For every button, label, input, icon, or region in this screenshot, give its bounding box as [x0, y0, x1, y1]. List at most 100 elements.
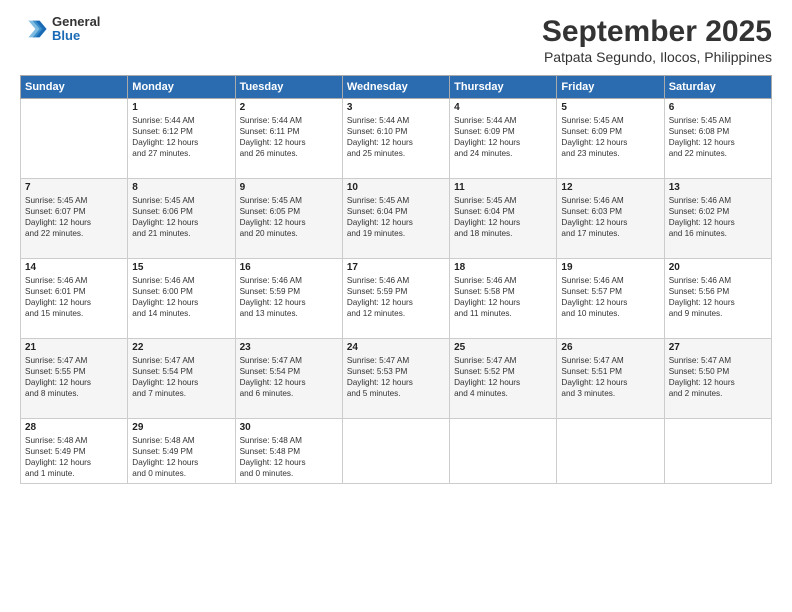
day-number: 7 — [25, 182, 123, 193]
day-info: Sunrise: 5:47 AMSunset: 5:54 PMDaylight:… — [132, 355, 230, 399]
day-number: 4 — [454, 102, 552, 113]
day-number: 30 — [240, 422, 338, 433]
day-info: Sunrise: 5:45 AMSunset: 6:05 PMDaylight:… — [240, 195, 338, 239]
day-number: 29 — [132, 422, 230, 433]
day-number: 25 — [454, 342, 552, 353]
day-info: Sunrise: 5:46 AMSunset: 6:01 PMDaylight:… — [25, 275, 123, 319]
calendar-cell: 28 Sunrise: 5:48 AMSunset: 5:49 PMDayligh… — [21, 419, 128, 484]
calendar-cell: 25 Sunrise: 5:47 AMSunset: 5:52 PMDayligh… — [450, 339, 557, 419]
day-info: Sunrise: 5:46 AMSunset: 5:57 PMDaylight:… — [561, 275, 659, 319]
col-header-friday: Friday — [557, 76, 664, 99]
day-number: 26 — [561, 342, 659, 353]
col-header-tuesday: Tuesday — [235, 76, 342, 99]
day-info: Sunrise: 5:44 AMSunset: 6:12 PMDaylight:… — [132, 115, 230, 159]
day-number: 8 — [132, 182, 230, 193]
calendar-cell: 26 Sunrise: 5:47 AMSunset: 5:51 PMDayligh… — [557, 339, 664, 419]
day-number: 9 — [240, 182, 338, 193]
day-info: Sunrise: 5:46 AMSunset: 5:59 PMDaylight:… — [347, 275, 445, 319]
calendar-cell: 16Sunrise: 5:46 AMSunset: 5:59 PMDayligh… — [235, 259, 342, 339]
calendar-cell: 17 Sunrise: 5:46 AMSunset: 5:59 PMDayligh… — [342, 259, 449, 339]
day-info: Sunrise: 5:47 AMSunset: 5:52 PMDaylight:… — [454, 355, 552, 399]
calendar-cell: 7 Sunrise: 5:45 AMSunset: 6:07 PMDaylight… — [21, 179, 128, 259]
calendar-cell: 6 Sunrise: 5:45 AMSunset: 6:08 PMDaylight… — [664, 99, 771, 179]
calendar-subtitle: Patpata Segundo, Ilocos, Philippines — [542, 49, 772, 65]
day-info: Sunrise: 5:47 AMSunset: 5:50 PMDaylight:… — [669, 355, 767, 399]
calendar-week-5: 28 Sunrise: 5:48 AMSunset: 5:49 PMDayligh… — [21, 419, 772, 484]
col-header-wednesday: Wednesday — [342, 76, 449, 99]
calendar-cell: 13 Sunrise: 5:46 AMSunset: 6:02 PMDayligh… — [664, 179, 771, 259]
day-number: 13 — [669, 182, 767, 193]
calendar-week-4: 21 Sunrise: 5:47 AMSunset: 5:55 PMDayligh… — [21, 339, 772, 419]
calendar-cell: 15 Sunrise: 5:46 AMSunset: 6:00 PMDayligh… — [128, 259, 235, 339]
day-number: 2 — [240, 102, 338, 113]
day-number: 16 — [240, 262, 338, 273]
calendar-cell: 27 Sunrise: 5:47 AMSunset: 5:50 PMDayligh… — [664, 339, 771, 419]
col-header-thursday: Thursday — [450, 76, 557, 99]
calendar-cell: 18Sunrise: 5:46 AMSunset: 5:58 PMDayligh… — [450, 259, 557, 339]
header-row: SundayMondayTuesdayWednesdayThursdayFrid… — [21, 76, 772, 99]
calendar-cell: 20 Sunrise: 5:46 AMSunset: 5:56 PMDayligh… — [664, 259, 771, 339]
day-number: 24 — [347, 342, 445, 353]
calendar-cell: 3 Sunrise: 5:44 AMSunset: 6:10 PMDaylight… — [342, 99, 449, 179]
day-number: 21 — [25, 342, 123, 353]
calendar-cell — [342, 419, 449, 484]
day-info: Sunrise: 5:47 AMSunset: 5:53 PMDaylight:… — [347, 355, 445, 399]
calendar-cell — [21, 99, 128, 179]
day-info: Sunrise: 5:47 AMSunset: 5:51 PMDaylight:… — [561, 355, 659, 399]
day-number: 18 — [454, 262, 552, 273]
day-number: 20 — [669, 262, 767, 273]
logo-general: General — [52, 15, 100, 29]
col-header-monday: Monday — [128, 76, 235, 99]
calendar-cell: 22 Sunrise: 5:47 AMSunset: 5:54 PMDayligh… — [128, 339, 235, 419]
day-number: 22 — [132, 342, 230, 353]
title-section: September 2025 Patpata Segundo, Ilocos, … — [542, 15, 772, 65]
day-info: Sunrise: 5:47 AMSunset: 5:55 PMDaylight:… — [25, 355, 123, 399]
col-header-sunday: Sunday — [21, 76, 128, 99]
day-number: 11 — [454, 182, 552, 193]
day-number: 17 — [347, 262, 445, 273]
day-info: Sunrise: 5:45 AMSunset: 6:07 PMDaylight:… — [25, 195, 123, 239]
calendar-cell: 5Sunrise: 5:45 AMSunset: 6:09 PMDaylight… — [557, 99, 664, 179]
day-number: 27 — [669, 342, 767, 353]
day-number: 15 — [132, 262, 230, 273]
day-number: 1 — [132, 102, 230, 113]
day-number: 19 — [561, 262, 659, 273]
day-number: 3 — [347, 102, 445, 113]
day-info: Sunrise: 5:46 AMSunset: 5:56 PMDaylight:… — [669, 275, 767, 319]
day-info: Sunrise: 5:48 AMSunset: 5:48 PMDaylight:… — [240, 435, 338, 479]
calendar-cell: 14Sunrise: 5:46 AMSunset: 6:01 PMDayligh… — [21, 259, 128, 339]
calendar-cell — [557, 419, 664, 484]
logo-icon — [20, 15, 48, 43]
day-info: Sunrise: 5:44 AMSunset: 6:10 PMDaylight:… — [347, 115, 445, 159]
day-info: Sunrise: 5:46 AMSunset: 6:03 PMDaylight:… — [561, 195, 659, 239]
calendar-cell: 8 Sunrise: 5:45 AMSunset: 6:06 PMDaylight… — [128, 179, 235, 259]
calendar-cell: 19 Sunrise: 5:46 AMSunset: 5:57 PMDayligh… — [557, 259, 664, 339]
logo-text: General Blue — [52, 15, 100, 44]
day-number: 6 — [669, 102, 767, 113]
calendar-week-2: 7 Sunrise: 5:45 AMSunset: 6:07 PMDaylight… — [21, 179, 772, 259]
calendar-cell: 29 Sunrise: 5:48 AMSunset: 5:49 PMDayligh… — [128, 419, 235, 484]
day-info: Sunrise: 5:46 AMSunset: 6:02 PMDaylight:… — [669, 195, 767, 239]
calendar-cell: 1 Sunrise: 5:44 AMSunset: 6:12 PMDaylight… — [128, 99, 235, 179]
day-info: Sunrise: 5:45 AMSunset: 6:04 PMDaylight:… — [347, 195, 445, 239]
day-info: Sunrise: 5:48 AMSunset: 5:49 PMDaylight:… — [132, 435, 230, 479]
day-info: Sunrise: 5:45 AMSunset: 6:06 PMDaylight:… — [132, 195, 230, 239]
day-number: 10 — [347, 182, 445, 193]
calendar-cell — [664, 419, 771, 484]
day-number: 28 — [25, 422, 123, 433]
page-header: General Blue September 2025 Patpata Segu… — [20, 15, 772, 65]
day-info: Sunrise: 5:48 AMSunset: 5:49 PMDaylight:… — [25, 435, 123, 479]
day-info: Sunrise: 5:45 AMSunset: 6:04 PMDaylight:… — [454, 195, 552, 239]
calendar-cell — [450, 419, 557, 484]
calendar-cell: 11 Sunrise: 5:45 AMSunset: 6:04 PMDayligh… — [450, 179, 557, 259]
calendar-week-3: 14Sunrise: 5:46 AMSunset: 6:01 PMDayligh… — [21, 259, 772, 339]
day-info: Sunrise: 5:44 AMSunset: 6:09 PMDaylight:… — [454, 115, 552, 159]
calendar-cell: 23Sunrise: 5:47 AMSunset: 5:54 PMDayligh… — [235, 339, 342, 419]
calendar-cell: 9 Sunrise: 5:45 AMSunset: 6:05 PMDaylight… — [235, 179, 342, 259]
calendar-cell: 21 Sunrise: 5:47 AMSunset: 5:55 PMDayligh… — [21, 339, 128, 419]
day-info: Sunrise: 5:44 AMSunset: 6:11 PMDaylight:… — [240, 115, 338, 159]
day-info: Sunrise: 5:45 AMSunset: 6:08 PMDaylight:… — [669, 115, 767, 159]
calendar-cell: 10 Sunrise: 5:45 AMSunset: 6:04 PMDayligh… — [342, 179, 449, 259]
day-number: 5 — [561, 102, 659, 113]
day-info: Sunrise: 5:46 AMSunset: 6:00 PMDaylight:… — [132, 275, 230, 319]
